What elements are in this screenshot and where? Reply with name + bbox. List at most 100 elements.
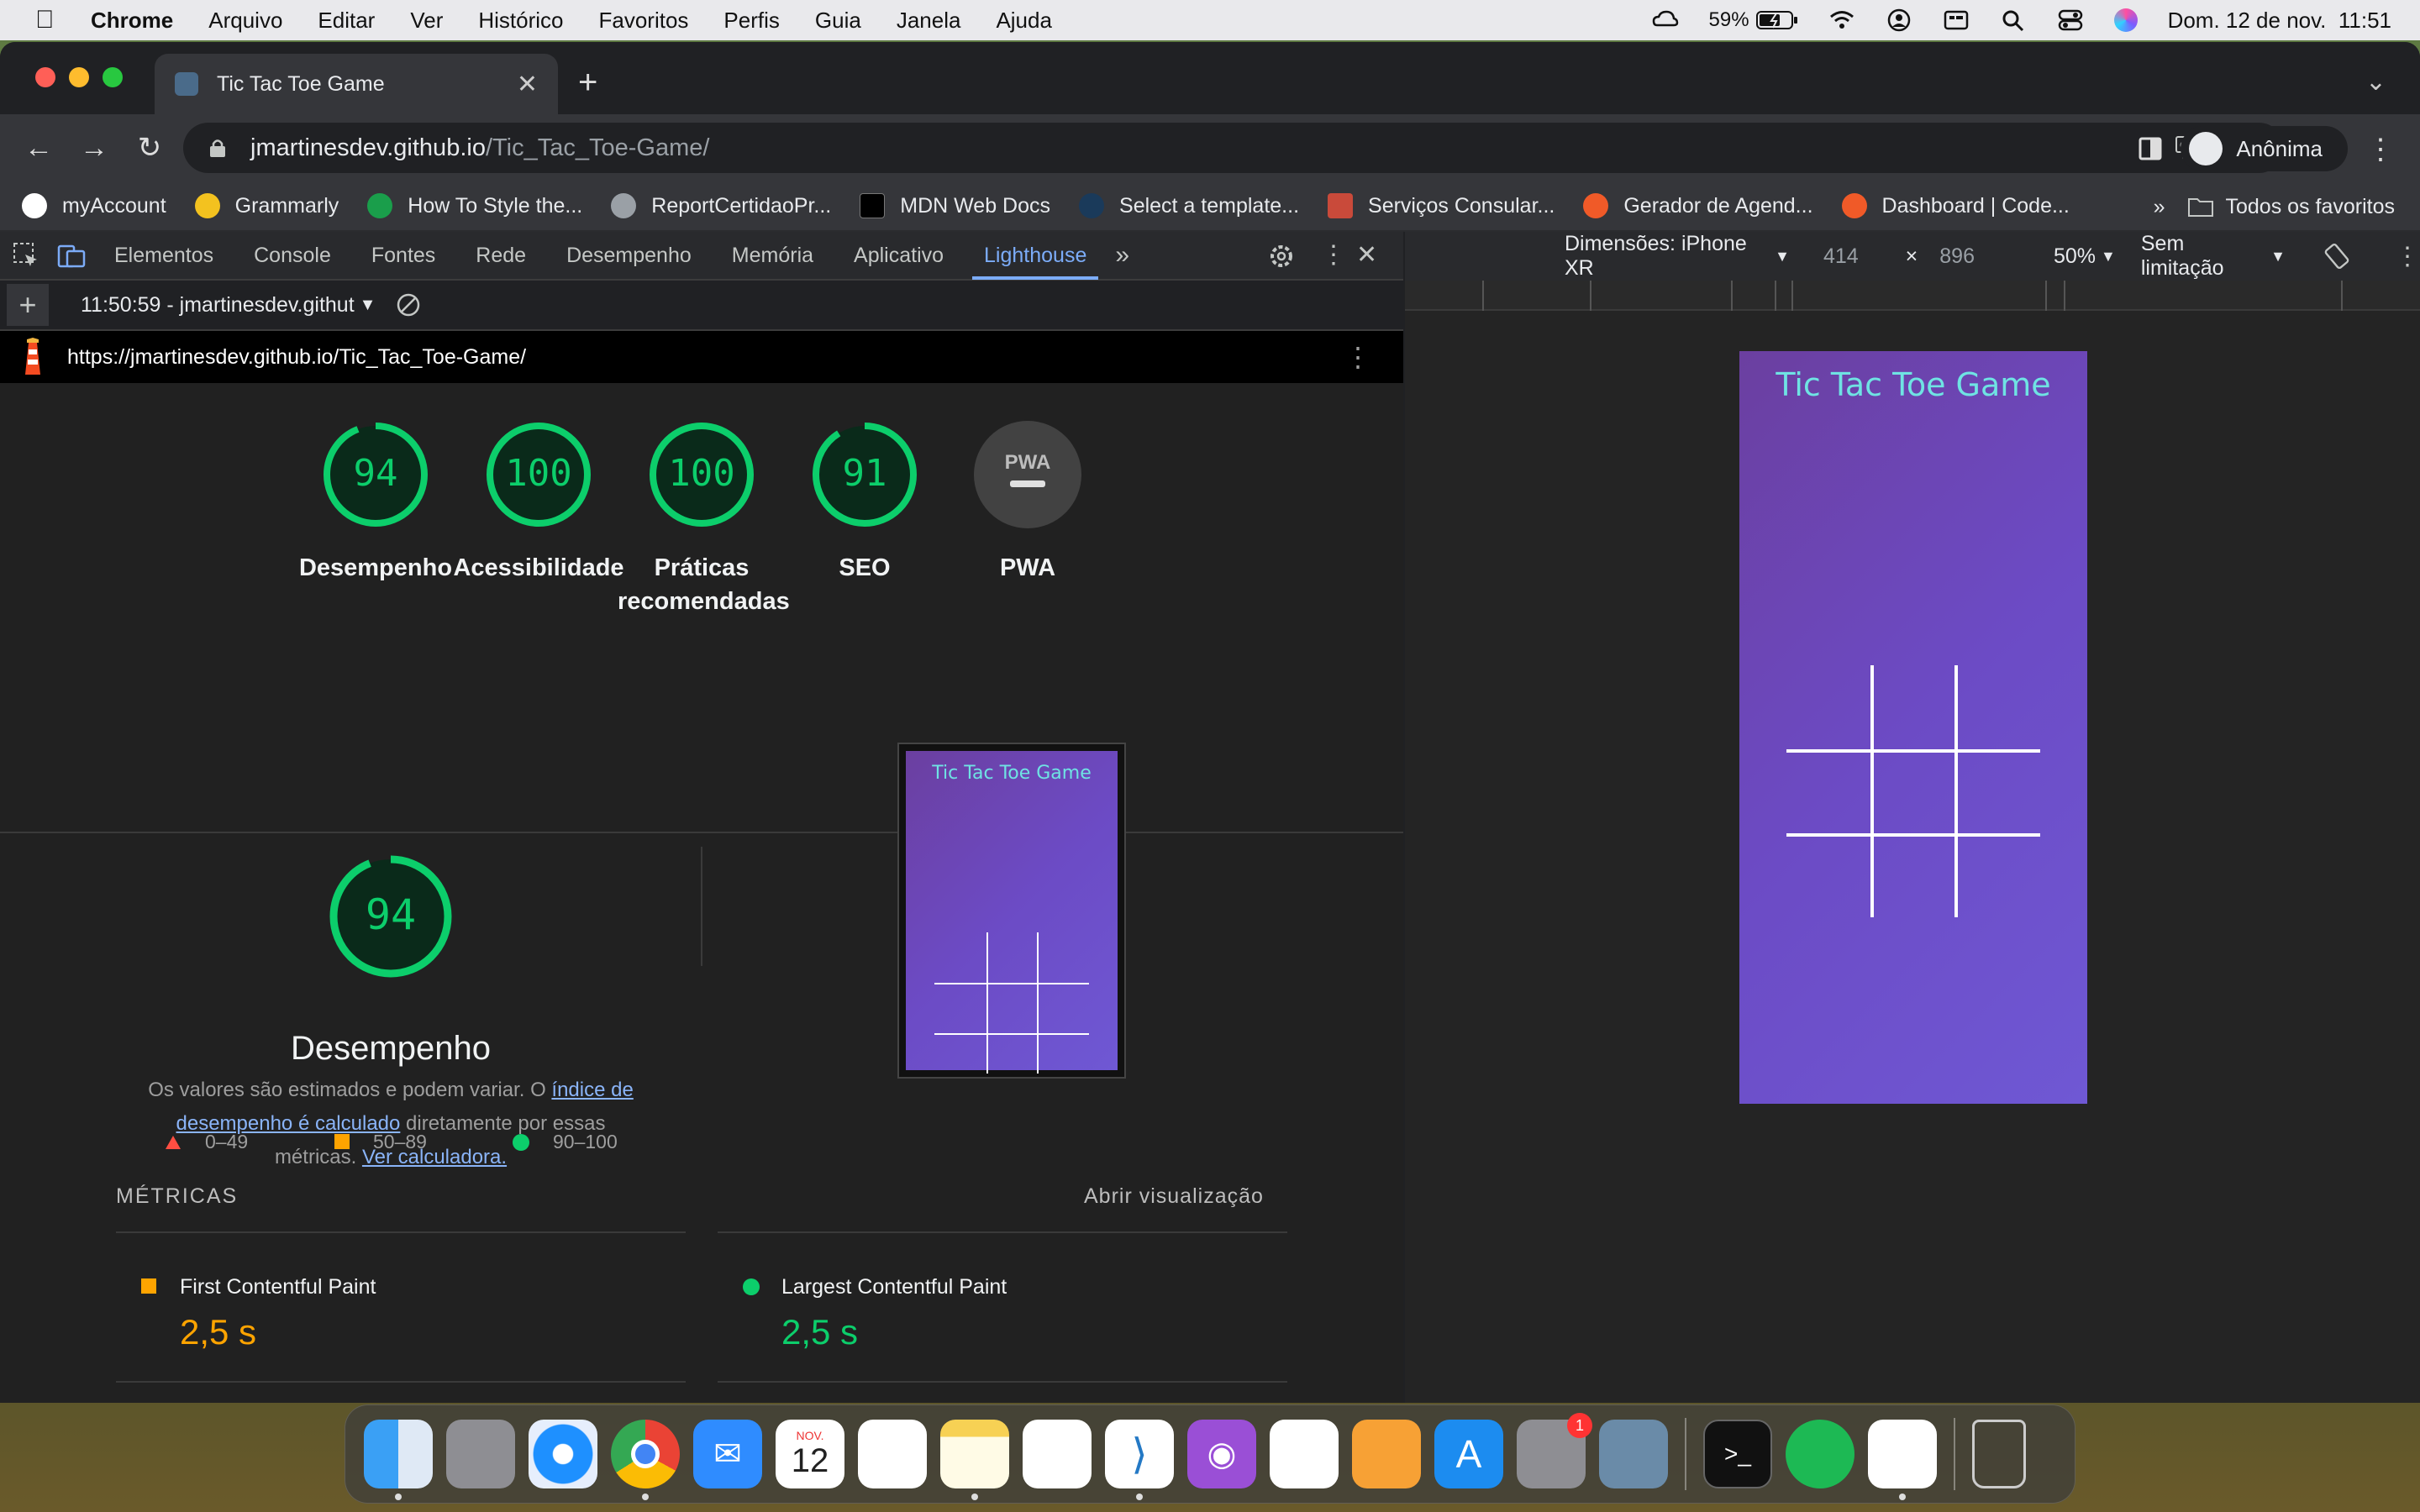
more-tabs-icon[interactable]: » — [1115, 241, 1129, 270]
tab-sources[interactable]: Fontes — [371, 231, 435, 280]
bookmark-item[interactable]: ReportCertidaoPr... — [611, 193, 831, 218]
score-gauge-accessibility[interactable]: 100 — [484, 420, 593, 529]
battery-status[interactable]: 59% — [1709, 8, 1798, 32]
tab-elements[interactable]: Elementos — [114, 231, 213, 280]
chrome-menu-icon[interactable]: ⋮ — [2366, 133, 2395, 166]
device-dimensions-select[interactable]: Dimensões: iPhone XR — [1565, 232, 1770, 281]
slack-icon[interactable] — [1868, 1420, 1937, 1500]
menubar-clock[interactable]: Dom. 12 de nov. 11:51 — [2168, 8, 2391, 34]
devtools-menu-icon[interactable]: ⋮ — [1321, 240, 1346, 270]
safari-icon[interactable] — [529, 1420, 597, 1488]
report-menu-icon[interactable]: ⋮ — [1344, 341, 1371, 373]
screen-mirroring-icon[interactable] — [1943, 8, 1970, 32]
forward-button[interactable]: → — [77, 131, 111, 165]
new-tab-button[interactable]: + — [578, 66, 597, 99]
siri-icon[interactable] — [2113, 8, 2138, 32]
device-toolbar-menu-icon[interactable]: ⋮ — [2395, 242, 2420, 271]
user-account-icon[interactable] — [1886, 8, 1912, 32]
tab-memory[interactable]: Memória — [732, 231, 813, 280]
menu-ajuda[interactable]: Ajuda — [996, 8, 1052, 34]
terminal-icon[interactable]: >_ — [1703, 1420, 1772, 1488]
tab-network[interactable]: Rede — [476, 231, 526, 280]
score-gauge-performance[interactable]: 94 — [321, 420, 430, 529]
inspect-element-icon[interactable] — [12, 241, 40, 270]
tab-performance[interactable]: Desempenho — [566, 231, 692, 280]
creative-cloud-icon[interactable] — [1652, 8, 1679, 32]
report-selector-chevron-icon[interactable]: ▼ — [360, 296, 376, 315]
menu-arquivo[interactable]: Arquivo — [208, 8, 282, 34]
dropdown-caret-icon[interactable]: ▼ — [2270, 248, 2286, 265]
close-window-button[interactable] — [35, 67, 55, 87]
reload-button[interactable]: ↻ — [133, 131, 166, 165]
preview-icon[interactable] — [1599, 1420, 1668, 1488]
bookmark-item[interactable]: MDN Web Docs — [860, 193, 1050, 218]
menu-editar[interactable]: Editar — [318, 8, 375, 34]
back-button[interactable]: ← — [22, 131, 55, 165]
spotify-icon[interactable] — [1786, 1420, 1854, 1488]
reminders-icon[interactable] — [858, 1420, 927, 1488]
all-bookmarks-button[interactable]: Todos os favoritos — [2187, 195, 2395, 219]
clear-reports-icon[interactable] — [396, 292, 421, 318]
address-bar[interactable]: jmartinesdev.github.io/Tic_Tac_Toe-Game/… — [183, 123, 2284, 173]
launchpad-icon[interactable] — [446, 1420, 515, 1488]
incognito-profile-button[interactable]: Anônima — [2181, 126, 2348, 171]
device-height-input[interactable]: 896 — [1939, 244, 1975, 269]
dropdown-caret-icon[interactable]: ▼ — [2101, 248, 2116, 265]
expand-view-toggle[interactable]: Abrir visualização — [1084, 1184, 1264, 1209]
menu-favoritos[interactable]: Favoritos — [599, 8, 689, 34]
side-panel-icon[interactable] — [2138, 136, 2163, 161]
menu-historico[interactable]: Histórico — [478, 8, 563, 34]
bookmark-item[interactable]: Grammarly — [194, 193, 339, 218]
spotlight-search-icon[interactable] — [2000, 8, 2027, 32]
device-width-input[interactable]: 414 — [1823, 244, 1859, 269]
emulated-page[interactable]: Tic Tac Toe Game — [1739, 351, 2087, 1104]
menu-guia[interactable]: Guia — [815, 8, 861, 34]
devtools-settings-icon[interactable] — [1267, 242, 1296, 270]
tab-application[interactable]: Aplicativo — [854, 231, 944, 280]
zoom-select[interactable]: 50% — [2054, 244, 2096, 269]
system-settings-icon[interactable]: 1 — [1517, 1413, 1592, 1488]
tab-lighthouse[interactable]: Lighthouse — [972, 231, 1099, 280]
tab-search-chevron-icon[interactable]: ⌄ — [2365, 67, 2386, 97]
bookmark-item[interactable]: myAccount — [22, 193, 166, 218]
freeform-icon[interactable] — [1023, 1420, 1092, 1488]
numbers-icon[interactable] — [1270, 1420, 1339, 1488]
control-center-icon[interactable] — [2057, 8, 2084, 32]
bookmark-item[interactable]: Serviços Consular... — [1328, 193, 1555, 218]
pages-icon[interactable] — [1352, 1420, 1421, 1488]
app-store-icon[interactable]: A — [1434, 1420, 1503, 1488]
minimize-window-button[interactable] — [69, 67, 89, 87]
bookmark-item[interactable]: How To Style the... — [367, 193, 582, 218]
score-gauge-pwa[interactable]: PWA — [973, 420, 1082, 529]
device-toolbar-icon[interactable] — [57, 241, 86, 270]
throttle-select[interactable]: Sem limitação — [2141, 232, 2265, 281]
mail-icon[interactable]: ✉ — [693, 1420, 762, 1488]
trash-icon[interactable] — [1972, 1420, 2026, 1488]
devtools-close-icon[interactable]: ✕ — [1356, 240, 1377, 270]
menu-app-name[interactable]: Chrome — [91, 8, 173, 34]
score-gauge-best-practices[interactable]: 100 — [647, 420, 756, 529]
finder-icon[interactable] — [364, 1420, 433, 1500]
wifi-icon[interactable] — [1828, 8, 1855, 32]
podcasts-icon[interactable]: ◉ — [1187, 1420, 1256, 1488]
report-selector[interactable]: 11:50:59 - jmartinesdev.githut — [81, 293, 355, 318]
bookmarks-overflow-button[interactable]: » — [2154, 195, 2165, 219]
final-screenshot-thumbnail[interactable]: Tic Tac Toe Game — [897, 743, 1126, 1079]
site-info-icon[interactable] — [208, 138, 227, 158]
bookmark-item[interactable]: Select a template... — [1079, 193, 1299, 218]
tab-console[interactable]: Console — [254, 231, 331, 280]
zoom-window-button[interactable] — [103, 67, 123, 87]
score-gauge-seo[interactable]: 91 — [810, 420, 919, 529]
chrome-icon[interactable] — [611, 1420, 680, 1500]
menu-perfis[interactable]: Perfis — [723, 8, 779, 34]
menu-janela[interactable]: Janela — [897, 8, 961, 34]
notes-icon[interactable] — [940, 1420, 1009, 1500]
rotate-device-icon[interactable] — [2323, 241, 2351, 271]
calendar-icon[interactable]: NOV. 12 — [776, 1420, 844, 1488]
browser-tab[interactable]: Tic Tac Toe Game ✕ — [155, 54, 558, 114]
new-report-button[interactable]: + — [7, 284, 49, 326]
vscode-icon[interactable]: ⟩ — [1105, 1420, 1174, 1500]
bookmark-item[interactable]: Gerador de Agend... — [1583, 193, 1813, 218]
dropdown-caret-icon[interactable]: ▼ — [1775, 248, 1790, 265]
apple-menu-icon[interactable]:  — [35, 6, 69, 34]
